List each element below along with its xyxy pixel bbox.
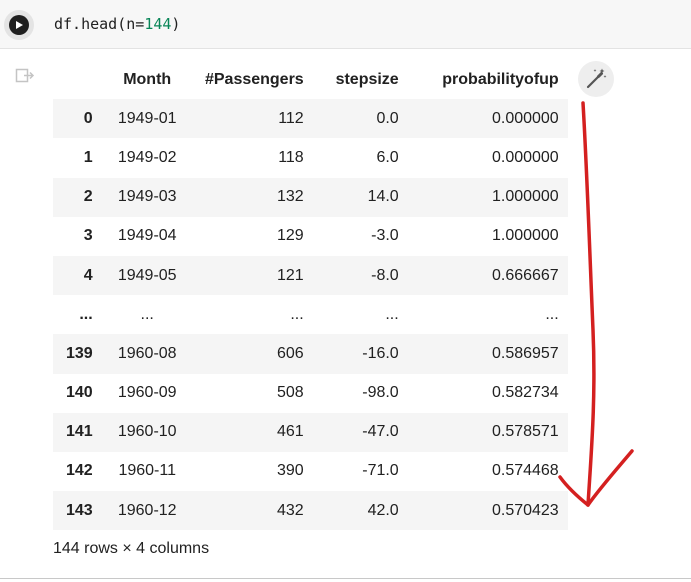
row-index: 3 [83, 227, 93, 245]
code-cell[interactable]: df.head(n=144) [0, 0, 691, 49]
code-text-prefix: df.head(n= [54, 15, 145, 33]
row-index: 140 [66, 384, 93, 402]
cell-stepsize: -98.0 [362, 384, 399, 402]
cell-passengers: 129 [277, 227, 304, 245]
cell-month: ... [140, 305, 154, 323]
cell-stepsize: 0.0 [376, 109, 399, 127]
cell-passengers: 112 [278, 109, 304, 127]
table-row: 4 1949-05 121 -8.0 0.666667 [53, 255, 568, 296]
cell-month: 1960-10 [117, 423, 177, 441]
dataframe-table: Month #Passengers stepsize probabilityof… [53, 59, 568, 531]
red-arrow-icon [558, 101, 634, 507]
column-header-passengers: #Passengers [204, 70, 304, 88]
cell-month: 1949-04 [117, 227, 177, 245]
row-index: 143 [66, 501, 93, 519]
column-header-probabilityofup: probabilityofup [442, 70, 559, 88]
play-icon [9, 15, 29, 35]
table-row: 143 1960-12 432 42.0 0.570423 [53, 491, 568, 531]
cell-probabilityofup: 1.000000 [491, 227, 559, 245]
table-row: 141 1960-10 461 -47.0 0.578571 [53, 412, 568, 452]
cell-passengers: 121 [277, 266, 304, 284]
cell-probabilityofup: 0.574468 [491, 462, 559, 480]
table-row: 0 1949-01 112 0.0 0.000000 [53, 99, 568, 139]
cell-passengers: 508 [277, 384, 304, 402]
cell-probabilityofup: 0.586957 [491, 344, 559, 362]
cell-passengers: 606 [277, 344, 304, 362]
table-row: 140 1960-09 508 -98.0 0.582734 [53, 374, 568, 413]
cell-probabilityofup: ... [545, 305, 559, 323]
cell-passengers: 461 [277, 423, 304, 441]
cell-stepsize: 42.0 [367, 501, 399, 519]
row-index: ... [79, 305, 93, 323]
table-row: ............... [53, 295, 568, 334]
cell-passengers: 432 [277, 501, 304, 519]
code-text-suffix: ) [171, 15, 181, 33]
cell-month: 1960-12 [117, 501, 177, 519]
cell-passengers: 118 [278, 148, 304, 166]
cell-stepsize: -16.0 [362, 344, 399, 362]
cell-month: 1949-01 [117, 109, 177, 127]
column-header-stepsize: stepsize [335, 70, 399, 88]
cell-probabilityofup: 0.582734 [491, 384, 559, 402]
cell-passengers: 390 [277, 462, 304, 480]
cell-month: 1949-05 [117, 266, 177, 284]
row-index: 142 [66, 462, 93, 480]
row-index: 141 [66, 423, 93, 441]
cell-stepsize: 14.0 [367, 188, 399, 206]
cell-probabilityofup: 0.000000 [491, 109, 559, 127]
run-cell-button[interactable] [4, 10, 34, 40]
cell-month: 1949-03 [117, 188, 177, 206]
column-header-month: Month [123, 70, 172, 88]
row-index: 1 [83, 148, 93, 166]
cell-probabilityofup: 0.570423 [491, 501, 559, 519]
cell-probabilityofup: 0.666667 [491, 266, 559, 284]
table-row: 1 1949-02 118 6.0 0.000000 [53, 138, 568, 177]
table-row: 2 1949-03 132 14.0 1.000000 [53, 177, 568, 217]
cell-month: 1949-02 [117, 148, 177, 166]
row-index: 2 [83, 188, 93, 206]
cell-stepsize: -47.0 [362, 423, 399, 441]
row-index: 4 [83, 266, 93, 284]
cell-probabilityofup: 0.000000 [491, 148, 559, 166]
cell-stepsize: ... [385, 305, 399, 323]
dataframe-shape: 144 rows × 4 columns [53, 540, 210, 557]
table-row: 3 1949-04 129 -3.0 1.000000 [53, 217, 568, 256]
code-number-literal: 144 [144, 15, 172, 33]
output-icon[interactable] [15, 67, 35, 90]
table-row: 142 1960-11 390 -71.0 0.574468 [53, 452, 568, 491]
row-index: 139 [66, 344, 93, 362]
row-index: 0 [83, 109, 93, 127]
cell-passengers: ... [290, 305, 304, 323]
cell-month: 1960-08 [117, 344, 177, 362]
cell-probabilityofup: 1.000000 [491, 188, 559, 206]
cell-stepsize: 6.0 [376, 148, 399, 166]
table-header-row: Month #Passengers stepsize probabilityof… [53, 59, 568, 99]
code-editor[interactable]: df.head(n=144) [54, 15, 180, 33]
cell-probabilityofup: 0.578571 [491, 423, 559, 441]
table-row: 139 1960-08 606 -16.0 0.586957 [53, 334, 568, 374]
cell-stepsize: -71.0 [362, 462, 399, 480]
cell-passengers: 132 [277, 188, 304, 206]
magic-wand-icon [586, 68, 607, 89]
cell-stepsize: -8.0 [371, 266, 399, 284]
suggest-chart-button[interactable] [578, 61, 614, 97]
cell-month: 1960-09 [117, 384, 177, 402]
cell-month: 1960-11 [118, 462, 176, 480]
output-divider [0, 578, 691, 579]
cell-stepsize: -3.0 [371, 227, 399, 245]
index-header [53, 59, 106, 99]
